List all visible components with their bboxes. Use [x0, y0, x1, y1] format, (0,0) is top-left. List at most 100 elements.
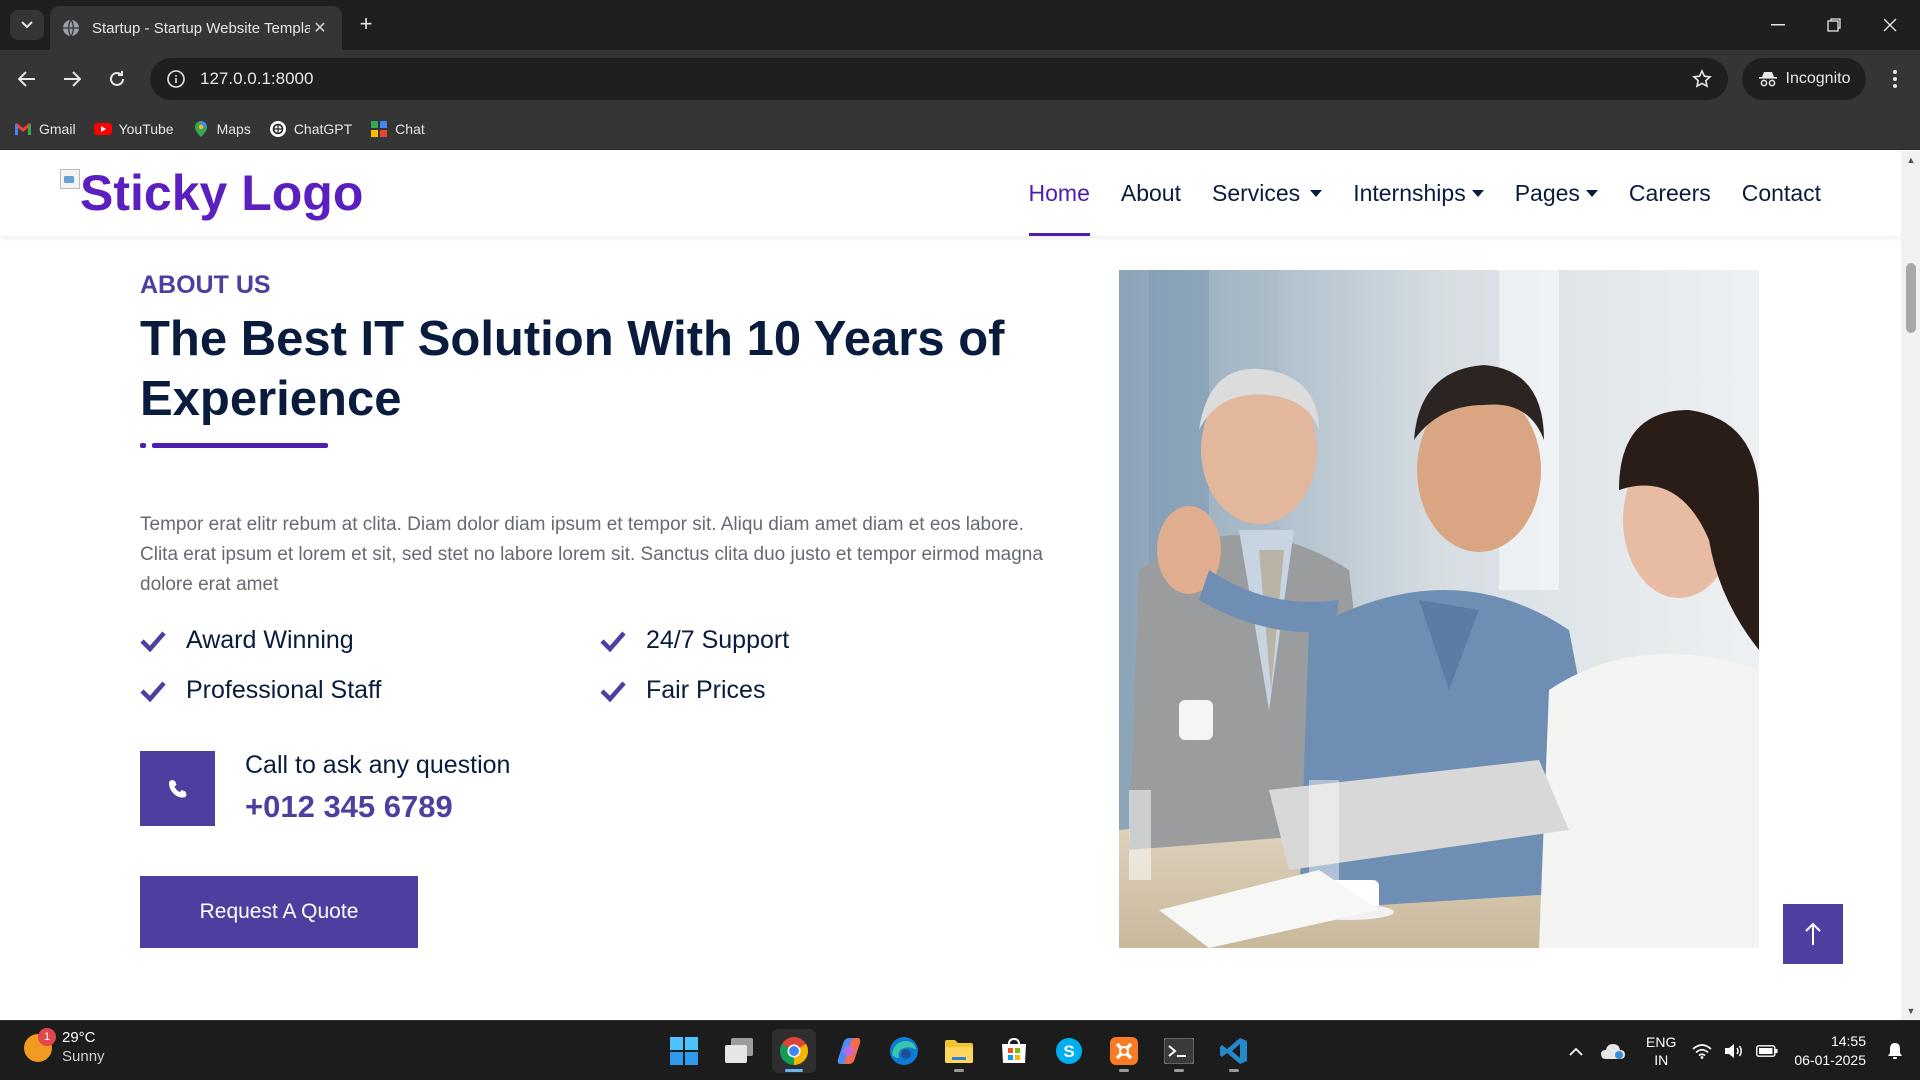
- restore-button[interactable]: [1812, 8, 1856, 42]
- task-view-icon: [725, 1038, 753, 1063]
- page-viewport: Sticky Logo Home About Services Internsh…: [0, 151, 1920, 1020]
- nav-menu: Home About Services Internships Pages Ca…: [1028, 151, 1821, 236]
- clock-time: 14:55: [1830, 1033, 1866, 1049]
- nav-services[interactable]: Services: [1212, 151, 1323, 236]
- caret-down-icon: [1471, 190, 1484, 197]
- chevron-down-icon: [21, 21, 33, 29]
- section-eyebrow: ABOUT US: [140, 271, 271, 299]
- minimize-button[interactable]: [1756, 8, 1800, 42]
- input-language[interactable]: ENG IN: [1646, 1033, 1676, 1069]
- forward-button[interactable]: [55, 62, 89, 96]
- star-icon[interactable]: [1692, 69, 1712, 89]
- gmail-icon: [15, 122, 31, 135]
- incognito-badge[interactable]: Incognito: [1742, 58, 1866, 100]
- phone-number[interactable]: +012 345 6789: [245, 789, 453, 825]
- taskbar-start[interactable]: [662, 1029, 706, 1073]
- taskbar-file-explorer[interactable]: [937, 1029, 981, 1073]
- bookmark-youtube[interactable]: YouTube: [93, 120, 174, 138]
- bookmark-chatgpt[interactable]: ChatGPT: [269, 120, 352, 138]
- nav-internships[interactable]: Internships: [1353, 151, 1484, 236]
- check-icon: [600, 631, 626, 652]
- taskbar-task-view[interactable]: [717, 1029, 761, 1073]
- scroll-up-icon[interactable]: ▲: [1906, 155, 1916, 165]
- about-image: [1119, 270, 1759, 948]
- check-icon: [140, 631, 166, 652]
- sun-icon: 1: [24, 1028, 56, 1062]
- volume-icon: [1725, 1044, 1743, 1058]
- taskbar-edge[interactable]: [882, 1029, 926, 1073]
- svg-text:S: S: [1063, 1042, 1074, 1061]
- tab-search-button[interactable]: [10, 10, 44, 40]
- chevron-up-icon: [1569, 1047, 1583, 1056]
- page-scrollbar[interactable]: ▲ ▼: [1901, 151, 1920, 1020]
- taskbar-terminal[interactable]: [1157, 1029, 1201, 1073]
- chat-icon: [371, 120, 388, 137]
- check-icon: [140, 681, 166, 702]
- call-label: Call to ask any question: [245, 751, 511, 779]
- logo-alt-text: Sticky Logo: [80, 165, 364, 221]
- taskbar-store[interactable]: [992, 1029, 1036, 1073]
- back-button[interactable]: [10, 62, 44, 96]
- cloud-icon: [1601, 1044, 1626, 1059]
- check-icon: [600, 681, 626, 702]
- bell-icon: [1888, 1043, 1902, 1059]
- terminal-icon: [1164, 1038, 1194, 1064]
- show-hidden-icons[interactable]: [1562, 1047, 1590, 1056]
- taskbar-chrome[interactable]: [772, 1029, 816, 1073]
- nav-contact[interactable]: Contact: [1742, 151, 1821, 236]
- browser-tab[interactable]: Startup - Startup Website Template ✕: [50, 6, 342, 50]
- reload-button[interactable]: [100, 62, 134, 96]
- taskbar-vscode[interactable]: [1212, 1029, 1256, 1073]
- section-body: Tempor erat elitr rebum at clita. Diam d…: [140, 514, 1043, 595]
- windows-logo-icon: [670, 1037, 698, 1065]
- xampp-icon: [1110, 1037, 1138, 1065]
- browser-menu-button[interactable]: [1880, 62, 1910, 96]
- scroll-down-icon[interactable]: ▼: [1906, 1006, 1916, 1016]
- nav-careers[interactable]: Careers: [1629, 151, 1711, 236]
- taskbar-apps: S: [662, 1029, 1256, 1073]
- bookmark-gmail[interactable]: Gmail: [14, 120, 76, 138]
- site-logo[interactable]: Sticky Logo: [60, 165, 363, 221]
- bookmark-maps[interactable]: Maps: [192, 120, 251, 138]
- phone-icon-box: [140, 751, 215, 826]
- weather-temperature: 29°C: [62, 1029, 96, 1046]
- weather-widget[interactable]: 1 29°C Sunny: [24, 1028, 105, 1067]
- address-bar[interactable]: 127.0.0.1:8000: [150, 58, 1728, 100]
- taskbar-copilot[interactable]: [827, 1029, 871, 1073]
- feature-item: Fair Prices: [600, 676, 765, 705]
- quick-settings[interactable]: [1692, 1043, 1778, 1059]
- back-to-top-button[interactable]: [1783, 904, 1843, 964]
- nav-home[interactable]: Home: [1028, 151, 1091, 236]
- globe-icon: [63, 19, 79, 37]
- tab-title: Startup - Startup Website Template: [92, 19, 310, 37]
- skype-icon: S: [1056, 1038, 1082, 1064]
- nav-about[interactable]: About: [1121, 151, 1181, 236]
- bookmark-chat[interactable]: Chat: [370, 120, 425, 138]
- more-vertical-icon: [1893, 70, 1897, 88]
- clock-date: 06-01-2025: [1794, 1052, 1866, 1068]
- copilot-icon: [837, 1038, 861, 1064]
- onedrive-tray[interactable]: [1598, 1042, 1628, 1060]
- notification-badge: 1: [38, 1028, 56, 1046]
- system-clock[interactable]: 14:55 06-01-2025: [1794, 1032, 1866, 1070]
- chatgpt-icon: [269, 120, 286, 137]
- taskbar-xampp[interactable]: [1102, 1029, 1146, 1073]
- scroll-thumb[interactable]: [1906, 263, 1916, 333]
- request-quote-button[interactable]: Request A Quote: [140, 876, 418, 948]
- reload-icon: [110, 71, 124, 86]
- notifications-button[interactable]: [1880, 1042, 1910, 1060]
- browser-tab-strip: Startup - Startup Website Template ✕ +: [0, 0, 1920, 50]
- nav-pages[interactable]: Pages: [1515, 151, 1598, 236]
- youtube-icon: [93, 122, 112, 135]
- close-tab-icon[interactable]: ✕: [310, 18, 330, 38]
- restore-icon: [1827, 18, 1841, 32]
- new-tab-button[interactable]: +: [354, 12, 378, 36]
- windows-taskbar: 1 29°C Sunny S ENG IN 14:55 06-01-2025: [0, 1020, 1920, 1080]
- incognito-icon: [1758, 72, 1777, 87]
- browser-toolbar: 127.0.0.1:8000 Incognito: [0, 50, 1920, 108]
- url-text[interactable]: 127.0.0.1:8000: [200, 69, 1692, 89]
- close-window-button[interactable]: [1868, 8, 1912, 42]
- bookmarks-bar: Gmail YouTube Maps ChatGPT Chat: [0, 108, 1920, 150]
- folder-icon: [945, 1040, 973, 1063]
- taskbar-skype[interactable]: S: [1047, 1029, 1091, 1073]
